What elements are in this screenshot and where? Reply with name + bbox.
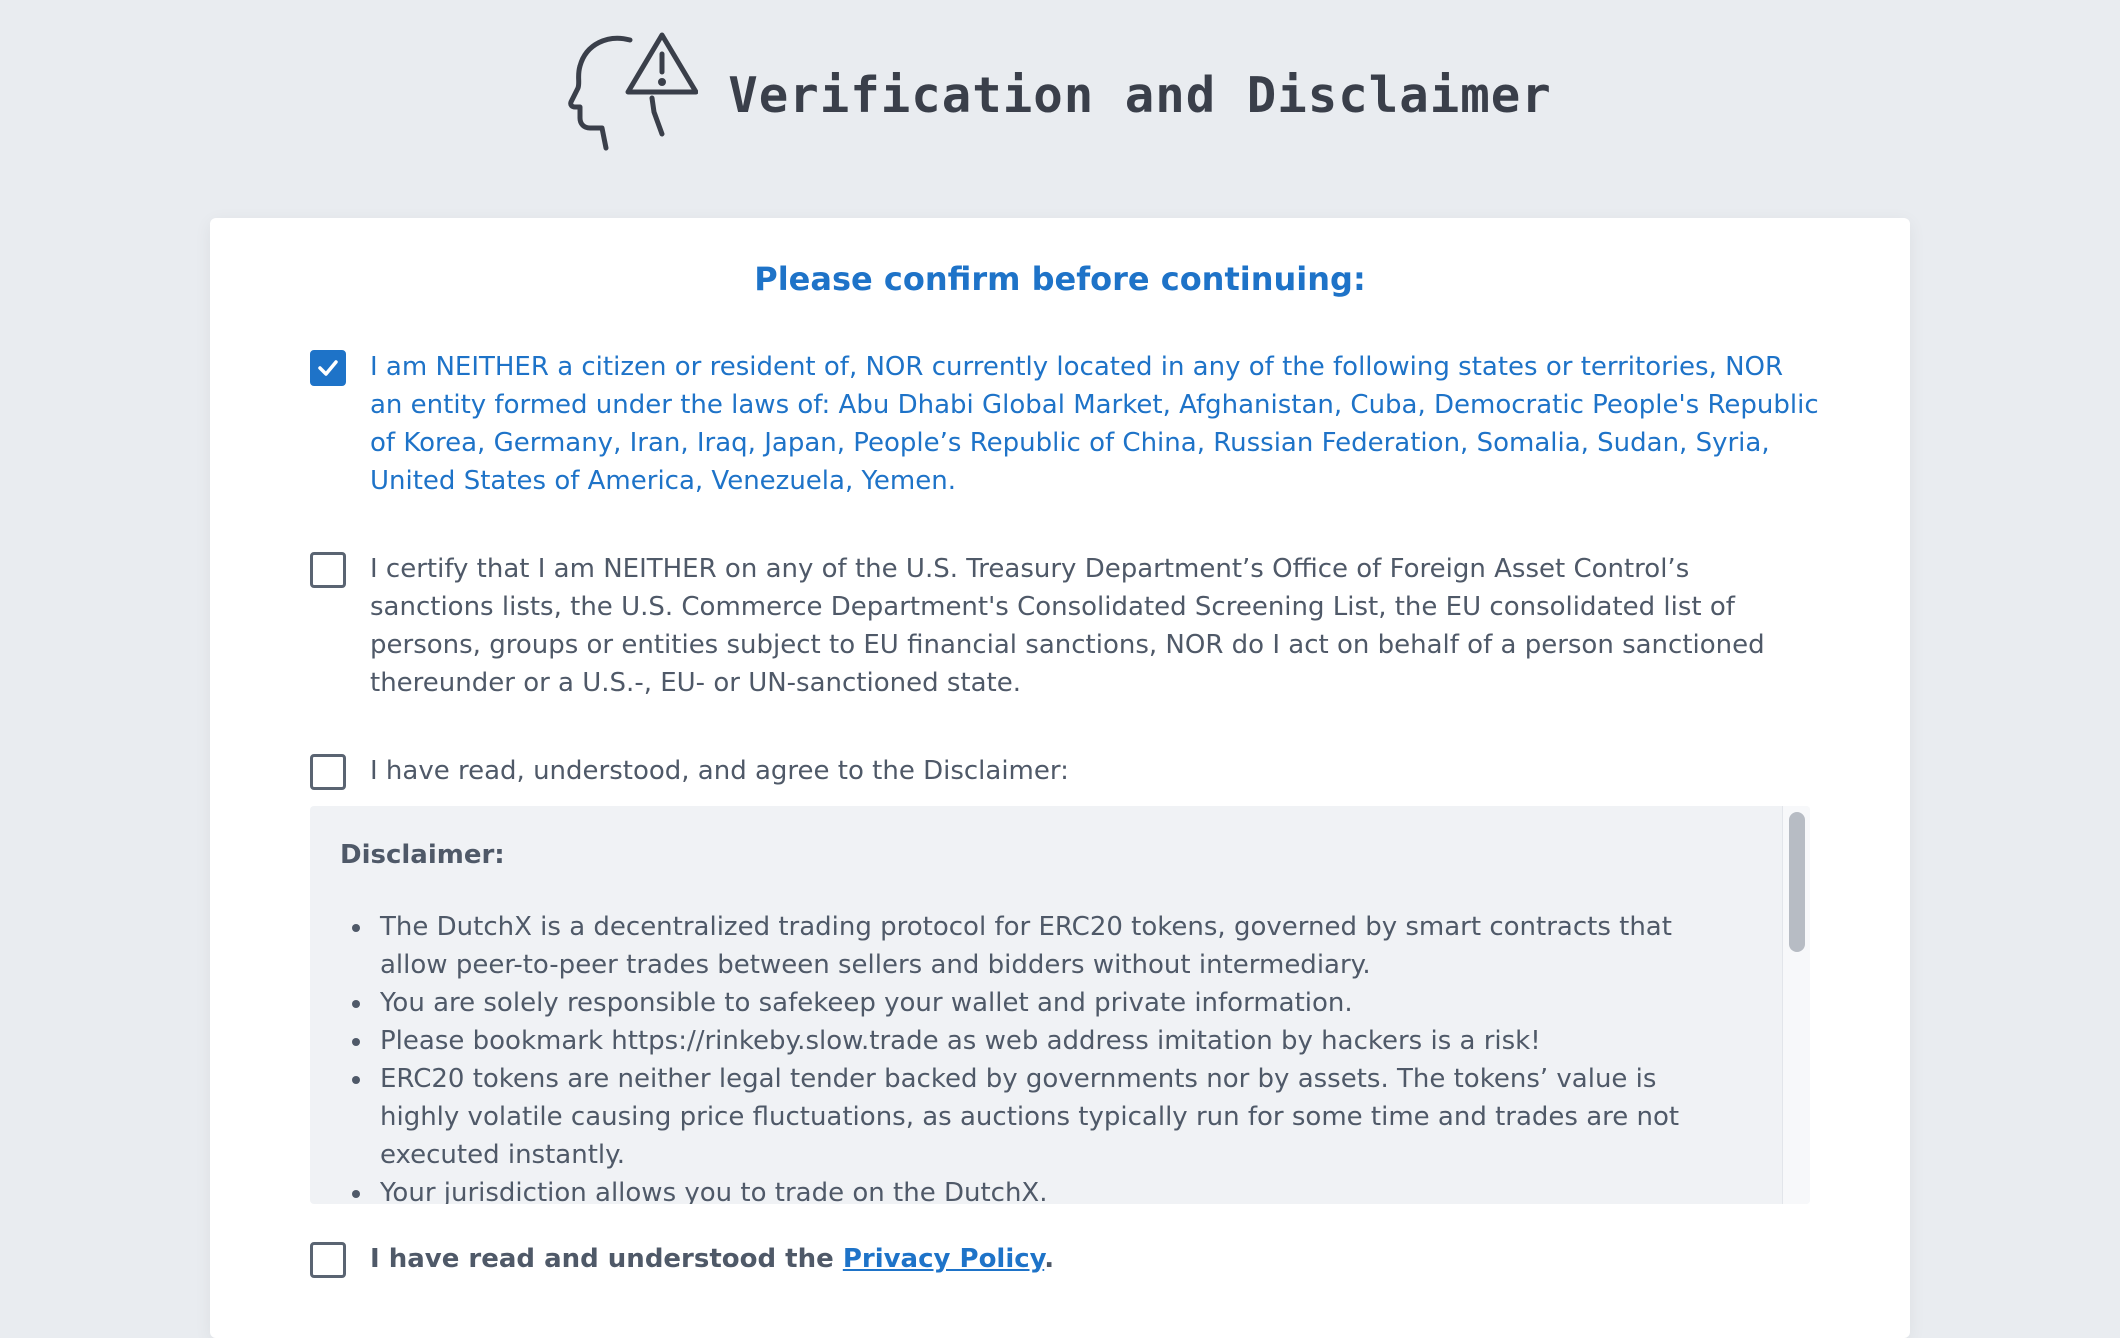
- privacy-suffix: .: [1044, 1244, 1055, 1274]
- disclaimer-bullet: The DutchX is a decentralized trading pr…: [340, 908, 1710, 984]
- privacy-policy-text: I have read and understood the Privacy P…: [370, 1240, 1054, 1278]
- sanctions-checkbox[interactable]: [310, 552, 346, 588]
- privacy-prefix: I have read and understood the: [370, 1244, 843, 1274]
- disclaimer-agreement-text: I have read, understood, and agree to th…: [370, 756, 1069, 786]
- sanctions-confirmation-text: I certify that I am NEITHER on any of th…: [370, 554, 1765, 698]
- scrollbar-thumb[interactable]: [1789, 812, 1805, 952]
- disclaimer-bullet: Please bookmark https://rinkeby.slow.tra…: [340, 1022, 1710, 1060]
- disclaimer-bullet: You are solely responsible to safekeep y…: [340, 984, 1710, 1022]
- residency-confirmation-text: I am NEITHER a citizen or resident of, N…: [370, 352, 1819, 496]
- page-title: Verification and Disclaimer: [728, 66, 1552, 124]
- residency-checkbox[interactable]: [310, 350, 346, 386]
- disclaimer-agreement-item: I have read, understood, and agree to th…: [310, 752, 1820, 790]
- disclaimer-scroll-box[interactable]: Disclaimer: The DutchX is a decentralize…: [310, 806, 1810, 1204]
- residency-confirmation-item: I am NEITHER a citizen or resident of, N…: [310, 348, 1820, 500]
- disclaimer-scrollbar[interactable]: [1782, 806, 1810, 1204]
- disclaimer-title: Disclaimer:: [340, 840, 505, 870]
- privacy-policy-link[interactable]: Privacy Policy: [843, 1244, 1044, 1274]
- privacy-policy-item: I have read and understood the Privacy P…: [310, 1240, 1820, 1278]
- checkmark-icon: [318, 360, 338, 376]
- disclaimer-list: The DutchX is a decentralized trading pr…: [340, 908, 1710, 1204]
- disclaimer-bullet: Your jurisdiction allows you to trade on…: [340, 1174, 1710, 1204]
- disclaimer-checkbox[interactable]: [310, 754, 346, 790]
- disclaimer-content: Disclaimer: The DutchX is a decentralize…: [310, 806, 1810, 1204]
- sanctions-confirmation-item: I certify that I am NEITHER on any of th…: [310, 550, 1820, 702]
- card-heading: Please confirm before continuing:: [754, 260, 1366, 298]
- verification-card: Please confirm before continuing: I am N…: [210, 218, 1910, 1338]
- head-warning-icon: [568, 32, 699, 151]
- page-header: Verification and Disclaimer: [0, 0, 2120, 200]
- disclaimer-bullet: ERC20 tokens are neither legal tender ba…: [340, 1060, 1710, 1174]
- privacy-checkbox[interactable]: [310, 1242, 346, 1278]
